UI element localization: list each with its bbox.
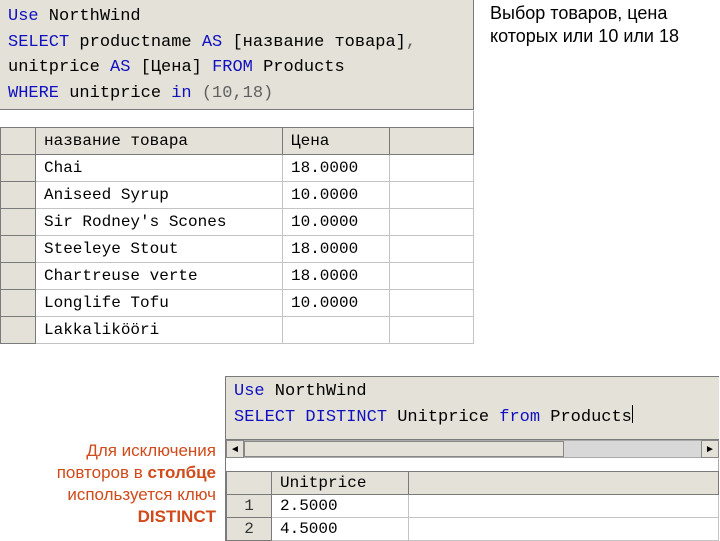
cell-product: Aniseed Syrup: [36, 182, 283, 209]
row-handle-header: [227, 472, 272, 495]
sql-keyword: in: [171, 84, 191, 103]
row-handle[interactable]: [1, 209, 36, 236]
sql-keyword: FROM: [212, 58, 253, 77]
cell-product: Longlife Tofu: [36, 290, 283, 317]
cell-unitprice: 4.5000: [272, 518, 409, 541]
cell-product: Steeleye Stout: [36, 236, 283, 263]
cell-filler: [390, 236, 474, 263]
sql-keyword: WHERE: [8, 84, 59, 103]
results-grid-1: название товара Цена Chai 18.0000 Anisee…: [0, 110, 474, 344]
table-row[interactable]: Steeleye Stout 18.0000: [1, 236, 474, 263]
sql-text: [192, 84, 202, 103]
cell-price: 10.0000: [283, 209, 390, 236]
cell-product: Chai: [36, 155, 283, 182]
sql-keyword: AS: [110, 58, 130, 77]
table-row[interactable]: Aniseed Syrup 10.0000: [1, 182, 474, 209]
sql-keyword: from: [499, 408, 540, 427]
sql-keyword: Use: [234, 382, 265, 401]
caret-right-icon: ►: [705, 444, 715, 455]
table-row[interactable]: Lakkalikööri: [1, 317, 474, 344]
sql-editor-pane-2[interactable]: Use NorthWind SELECT DISTINCT Unitprice …: [225, 376, 719, 440]
anno-line: Для исключения: [86, 441, 216, 460]
row-handle[interactable]: [1, 263, 36, 290]
cell-price: 10.0000: [283, 290, 390, 317]
results-table-1[interactable]: название товара Цена Chai 18.0000 Anisee…: [0, 127, 474, 344]
anno-bold: столбце: [148, 463, 217, 482]
table-row[interactable]: Chartreuse verte 18.0000: [1, 263, 474, 290]
cell-price: 18.0000: [283, 155, 390, 182]
sql-text: unitprice: [59, 84, 171, 103]
row-handle[interactable]: [1, 182, 36, 209]
sql-keyword: Use: [8, 7, 39, 26]
sql-editor-pane-1[interactable]: Use NorthWind SELECT productname AS [наз…: [0, 0, 474, 110]
cell-price: 18.0000: [283, 263, 390, 290]
horizontal-scrollbar[interactable]: ◄ ►: [225, 440, 719, 458]
cell-filler: [409, 495, 719, 518]
sql-text: productname: [69, 33, 202, 52]
column-header-price[interactable]: Цена: [283, 128, 390, 155]
sql-keyword: AS: [202, 33, 222, 52]
cell-filler: [390, 263, 474, 290]
row-handle-header: [1, 128, 36, 155]
sql-punct: ,: [406, 33, 416, 52]
row-handle[interactable]: [1, 236, 36, 263]
grid-spacer: [226, 458, 719, 471]
row-handle[interactable]: [1, 155, 36, 182]
text-cursor: [632, 405, 633, 423]
results-grid-2: Unitprice 1 2.5000 2 4.5000: [225, 458, 719, 541]
column-header-filler: [390, 128, 474, 155]
sql-text: Products: [540, 408, 632, 427]
anno-line: используется ключ: [67, 485, 216, 504]
cell-price: 10.0000: [283, 182, 390, 209]
anno-bold: DISTINCT: [138, 507, 216, 526]
cell-filler: [390, 182, 474, 209]
row-number[interactable]: 2: [227, 518, 272, 541]
sql-text: NorthWind: [265, 382, 367, 401]
anno-line: повторов в: [57, 463, 148, 482]
cell-price: 18.0000: [283, 236, 390, 263]
sql-text: [Цена]: [130, 58, 212, 77]
cell-filler: [390, 155, 474, 182]
cell-price: [283, 317, 390, 344]
table-row[interactable]: 1 2.5000: [227, 495, 719, 518]
sql-text: NorthWind: [39, 7, 141, 26]
results-table-2[interactable]: Unitprice 1 2.5000 2 4.5000: [226, 471, 719, 541]
grid-spacer: [0, 110, 474, 127]
row-handle[interactable]: [1, 290, 36, 317]
sql-keyword: SELECT: [8, 33, 69, 52]
column-header-filler: [409, 472, 719, 495]
scroll-right-button[interactable]: ►: [701, 440, 719, 458]
caret-left-icon: ◄: [230, 444, 240, 455]
table-header-row: название товара Цена: [1, 128, 474, 155]
sql-keyword: SELECT DISTINCT: [234, 408, 387, 427]
cell-filler: [409, 518, 719, 541]
table-row[interactable]: Longlife Tofu 10.0000: [1, 290, 474, 317]
table-row[interactable]: Chai 18.0000: [1, 155, 474, 182]
cell-unitprice: 2.5000: [272, 495, 409, 518]
row-handle[interactable]: [1, 317, 36, 344]
row-number[interactable]: 1: [227, 495, 272, 518]
sql-text: [название товара]: [222, 33, 406, 52]
table-row[interactable]: Sir Rodney's Scones 10.0000: [1, 209, 474, 236]
table-row[interactable]: 2 4.5000: [227, 518, 719, 541]
column-header-product[interactable]: название товара: [36, 128, 283, 155]
scroll-thumb[interactable]: [244, 441, 564, 457]
sql-text: Unitprice: [387, 408, 499, 427]
table-header-row: Unitprice: [227, 472, 719, 495]
cell-product: Lakkalikööri: [36, 317, 283, 344]
annotation-description: Выбор товаров, цена которых или 10 или 1…: [490, 2, 710, 47]
sql-text: unitprice: [8, 58, 110, 77]
sql-text: Products: [253, 58, 345, 77]
scroll-left-button[interactable]: ◄: [226, 440, 244, 458]
cell-product: Chartreuse verte: [36, 263, 283, 290]
cell-filler: [390, 209, 474, 236]
sql-punct: (10,18): [202, 84, 273, 103]
scroll-track[interactable]: [244, 440, 701, 458]
annotation-distinct: Для исключения повторов в столбце исполь…: [16, 440, 216, 528]
cell-filler: [390, 290, 474, 317]
column-header-unitprice[interactable]: Unitprice: [272, 472, 409, 495]
cell-filler: [390, 317, 474, 344]
cell-product: Sir Rodney's Scones: [36, 209, 283, 236]
